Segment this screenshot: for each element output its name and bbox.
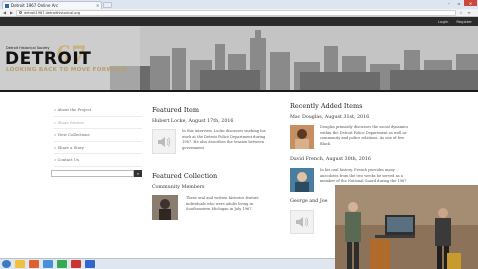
star-icon[interactable]: ☆ [458, 10, 464, 15]
featured-item-description: In this interview, Locke discusses worki… [182, 129, 266, 150]
page-info-icon [19, 11, 22, 14]
sidebar-nav: » About the Project » Share Stories » Vi… [54, 104, 142, 167]
recent-item-photo[interactable] [290, 125, 314, 149]
featured-collection-title[interactable]: Community Members [152, 185, 205, 190]
favicon-icon [5, 3, 9, 8]
browser-toolbar: ◀ ▶ detroit1967.detroithistorical.org ☆ … [0, 9, 478, 17]
sidebar-item-share-stories[interactable]: » Share Stories [54, 117, 142, 129]
sidebar-item-share-story[interactable]: » Share a Story [54, 142, 142, 154]
forward-button[interactable]: ▶ [9, 10, 14, 15]
close-window-button[interactable]: ✕ [464, 0, 477, 6]
minimize-button[interactable]: – [444, 0, 454, 6]
recent-item-description: In his oral history, French provides man… [320, 168, 407, 183]
firefox-icon[interactable] [29, 260, 39, 268]
ie-icon[interactable] [43, 260, 53, 268]
recent-item-title[interactable]: David French, August 30th, 2016 [290, 157, 371, 162]
recent-item-thumbnail[interactable] [290, 210, 314, 234]
featured-collection-heading: Featured Collection [152, 172, 218, 180]
audio-icon [296, 217, 309, 227]
sidebar-item-view-collections[interactable]: » View Collections [54, 129, 142, 142]
app-icon[interactable] [71, 260, 81, 268]
word-icon[interactable] [85, 260, 95, 268]
register-link[interactable]: Register [456, 19, 472, 24]
browser-tab[interactable]: Detroit 1967 Online Arc × [2, 1, 102, 9]
search-input[interactable] [51, 170, 134, 177]
recent-item-description: Douglas primarily discusses the social d… [320, 125, 409, 146]
maximize-button[interactable]: ▫ [454, 0, 464, 6]
tab-title: Detroit 1967 Online Arc [11, 3, 59, 8]
login-link[interactable]: Login [438, 19, 448, 24]
browser-menu-icon[interactable]: ≡ [466, 10, 472, 15]
recent-item-title[interactable]: Mac Douglas, August 31st, 2016 [290, 115, 369, 120]
back-button[interactable]: ◀ [2, 10, 7, 15]
os-taskbar [0, 258, 335, 269]
audio-icon [158, 136, 171, 147]
url-text: detroit1967.detroithistorical.org [24, 10, 81, 15]
banner-divider [0, 90, 478, 92]
featured-item-title[interactable]: Hubert Locke, August 17th, 2016 [152, 119, 234, 124]
file-explorer-icon[interactable] [15, 260, 25, 268]
collection-photo[interactable] [152, 195, 178, 220]
site-logo[interactable]: DETROIT [5, 49, 91, 69]
webcam-overlay [335, 185, 478, 269]
window-controls: – ▫ ✕ [444, 0, 477, 6]
chrome-icon[interactable] [57, 260, 67, 268]
browser-tabstrip: Detroit 1967 Online Arc × – ▫ ✕ [0, 0, 478, 9]
tab-close-icon[interactable]: × [96, 3, 101, 8]
new-tab-button[interactable] [103, 2, 112, 8]
recent-item-title[interactable]: George and Joe [290, 199, 327, 204]
site-top-bar: Login Register [0, 17, 478, 26]
featured-item-thumbnail[interactable] [152, 129, 176, 154]
sidebar-item-contact[interactable]: » Contact Us [54, 154, 142, 167]
recent-items-heading: Recently Added Items [290, 102, 363, 110]
recent-item-photo[interactable] [290, 168, 314, 192]
featured-collection-description: These oral and written histories feature… [186, 196, 259, 211]
sidebar-item-about[interactable]: » About the Project [54, 104, 142, 117]
start-button[interactable] [2, 260, 11, 268]
featured-item-heading: Featured Item [152, 106, 200, 114]
search-button[interactable]: ⌕ [134, 170, 142, 177]
address-bar[interactable]: detroit1967.detroithistorical.org [16, 9, 456, 16]
site-tagline: LOOKING BACK TO MOVE FORWARD [6, 67, 127, 73]
header-banner: 67 Detroit Historical Society DETROIT LO… [0, 26, 478, 90]
